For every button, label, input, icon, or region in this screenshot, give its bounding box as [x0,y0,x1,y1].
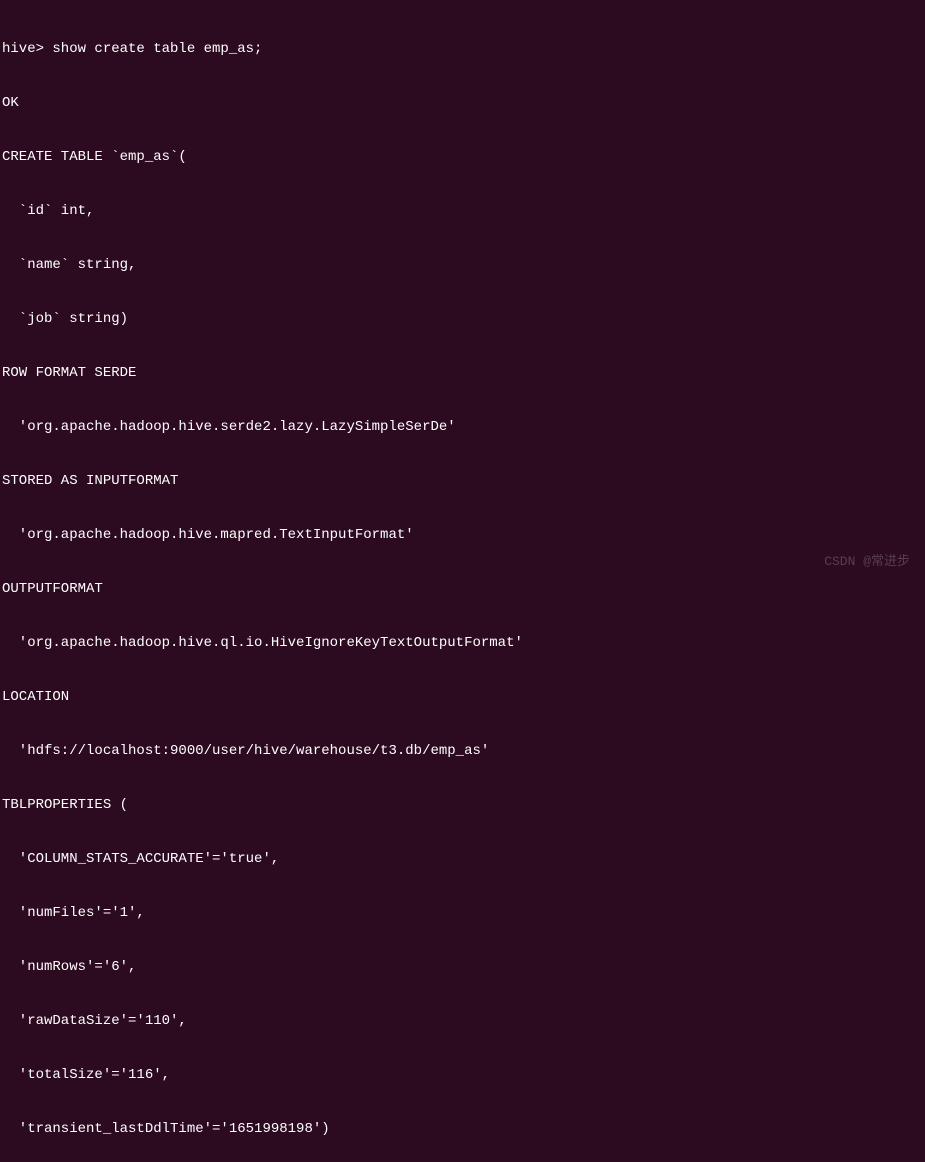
output-line: 'transient_lastDdlTime'='1651998198') [2,1120,923,1138]
output-line: ROW FORMAT SERDE [2,364,923,382]
output-line: 'org.apache.hadoop.hive.serde2.lazy.Lazy… [2,418,923,436]
output-line: 'numRows'='6', [2,958,923,976]
output-line: OUTPUTFORMAT [2,580,923,598]
watermark-text: CSDN @常进步 [824,553,910,571]
output-line: 'COLUMN_STATS_ACCURATE'='true', [2,850,923,868]
output-line: STORED AS INPUTFORMAT [2,472,923,490]
output-line: `name` string, [2,256,923,274]
command-line: hive> show create table emp_as; [2,40,923,58]
output-line: 'totalSize'='116', [2,1066,923,1084]
output-line: `job` string) [2,310,923,328]
output-line: `id` int, [2,202,923,220]
output-line: LOCATION [2,688,923,706]
output-line: OK [2,94,923,112]
output-line: 'org.apache.hadoop.hive.ql.io.HiveIgnore… [2,634,923,652]
output-line: CREATE TABLE `emp_as`( [2,148,923,166]
output-line: 'org.apache.hadoop.hive.mapred.TextInput… [2,526,923,544]
output-line: 'hdfs://localhost:9000/user/hive/warehou… [2,742,923,760]
output-line: 'numFiles'='1', [2,904,923,922]
output-line: 'rawDataSize'='110', [2,1012,923,1030]
output-line: TBLPROPERTIES ( [2,796,923,814]
terminal-output[interactable]: hive> show create table emp_as; OK CREAT… [2,4,923,1162]
